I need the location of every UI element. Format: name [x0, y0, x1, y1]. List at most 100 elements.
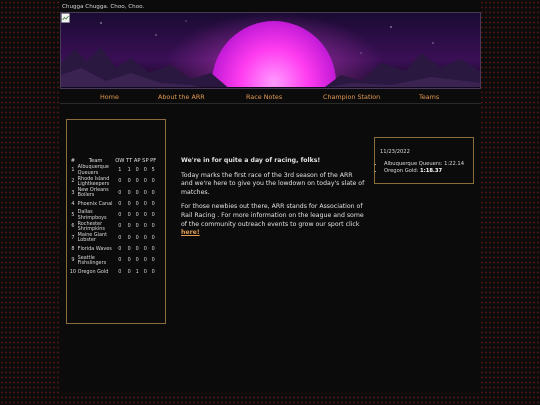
- rank-cell: 7: [71, 234, 75, 241]
- standings-row: 3 New Orleans Boilers 0 0 0 0 0: [69, 186, 157, 199]
- standings-panel: # Team OW TT AP SP PF 1 Albuquerque Queue…: [66, 119, 166, 324]
- tt-cell: 0: [127, 223, 131, 230]
- ap-cell: 0: [135, 178, 139, 185]
- nav-race-notes[interactable]: Race Notes: [246, 93, 282, 101]
- article-paragraph-2: For those newbies out there, ARR stands …: [181, 203, 366, 237]
- ow-cell: 0: [118, 234, 122, 241]
- sp-cell: 0: [143, 200, 147, 207]
- ow-cell: 0: [118, 246, 122, 253]
- team-cell: Florida Waves: [77, 246, 112, 253]
- ap-cell: 0: [135, 246, 139, 253]
- ow-cell: 0: [118, 223, 122, 230]
- pf-cell: 5: [151, 166, 155, 173]
- pf-cell: 0: [151, 178, 155, 185]
- tt-cell: 0: [127, 257, 131, 264]
- rank-cell: 10: [69, 268, 77, 275]
- col-pf: PF: [150, 157, 157, 164]
- standings-row: 1 Albuquerque Queuers 1 1 0 0 5: [69, 164, 157, 176]
- ap-cell: 0: [135, 234, 139, 241]
- ap-cell: 0: [135, 189, 139, 196]
- sp-cell: 0: [143, 166, 147, 173]
- sp-cell: 0: [143, 246, 147, 253]
- header-banner-image: [60, 12, 481, 89]
- result-time: 1:18.37: [420, 168, 443, 174]
- tt-cell: 0: [127, 178, 131, 185]
- sp-cell: 0: [143, 268, 147, 275]
- pf-cell: 0: [151, 246, 155, 253]
- team-cell: Oregon Gold: [77, 268, 109, 275]
- race-date: 11/23/2022: [380, 149, 410, 155]
- col-tt: TT: [126, 157, 133, 164]
- rank-cell: 8: [71, 246, 75, 253]
- standings-row: 10 Oregon Gold 0 0 1 0 0: [69, 267, 157, 278]
- ap-cell: 0: [135, 223, 139, 230]
- broken-image-icon: [61, 13, 70, 23]
- nav-about[interactable]: About the ARR: [158, 93, 205, 101]
- sp-cell: 0: [143, 257, 147, 264]
- col-sp: SP: [142, 157, 149, 164]
- ap-cell: 0: [135, 212, 139, 219]
- ow-cell: 1: [118, 166, 122, 173]
- ow-cell: 0: [118, 257, 122, 264]
- rank-cell: 5: [71, 212, 75, 219]
- tt-cell: 0: [127, 212, 131, 219]
- site-tagline: Chugga Chugga. Choo, Choo.: [62, 4, 145, 10]
- pf-cell: 0: [151, 223, 155, 230]
- ow-cell: 0: [118, 189, 122, 196]
- tt-cell: 0: [127, 234, 131, 241]
- nav-teams[interactable]: Teams: [419, 93, 439, 101]
- ap-cell: 0: [135, 257, 139, 264]
- result-item: Oregon Gold: 1:18.37: [384, 168, 464, 175]
- article-paragraph-2-text: For those newbies out there, ARR stands …: [181, 203, 364, 228]
- result-time: 1:22.14: [444, 161, 464, 167]
- standings-table: # Team OW TT AP SP PF 1 Albuquerque Queue…: [69, 156, 157, 278]
- team-cell: Albuquerque Queuers: [77, 164, 109, 176]
- rank-cell: 6: [71, 223, 75, 230]
- pf-cell: 0: [151, 234, 155, 241]
- main-article: We're in for quite a day of racing, folk…: [181, 157, 366, 244]
- ap-cell: 0: [135, 200, 139, 207]
- team-cell: Dallas Shrimpboys: [77, 209, 107, 221]
- sp-cell: 0: [143, 178, 147, 185]
- sp-cell: 0: [143, 234, 147, 241]
- race-results-list: Albuquerque Queuers: 1:22.14 Oregon Gold…: [378, 161, 464, 175]
- ow-cell: 0: [118, 212, 122, 219]
- pf-cell: 0: [151, 257, 155, 264]
- nav-champion-station[interactable]: Champion Station: [323, 93, 380, 101]
- pf-cell: 0: [151, 212, 155, 219]
- team-cell: Maine Giant Lobster: [77, 232, 108, 244]
- standings-row: 2 Rhode Island Lightkeepers 0 0 0 0 0: [69, 176, 157, 187]
- team-cell: Seattle Fishslingers: [77, 254, 107, 267]
- result-item: Albuquerque Queuers: 1:22.14: [384, 161, 464, 168]
- result-team: Albuquerque Queuers:: [384, 161, 443, 167]
- ow-cell: 0: [118, 268, 122, 275]
- team-cell: Rhode Island Lightkeepers: [77, 175, 110, 187]
- standings-row: 7 Maine Giant Lobster 0 0 0 0 0: [69, 232, 157, 244]
- sp-cell: 0: [143, 212, 147, 219]
- pf-cell: 0: [151, 189, 155, 196]
- main-navigation: Home About the ARR Race Notes Champion S…: [60, 91, 481, 104]
- article-paragraph-1: Today marks the first race of the 3rd se…: [181, 171, 365, 196]
- race-results-panel: 11/23/2022 Albuquerque Queuers: 1:22.14 …: [374, 137, 474, 184]
- sp-cell: 0: [143, 189, 147, 196]
- rank-cell: 2: [71, 178, 75, 185]
- rank-cell: 1: [71, 166, 75, 173]
- sp-cell: 0: [143, 223, 147, 230]
- col-ap: AP: [133, 157, 141, 164]
- nav-home[interactable]: Home: [100, 93, 119, 101]
- tt-cell: 1: [127, 166, 131, 173]
- rank-cell: 9: [71, 257, 75, 264]
- team-cell: New Orleans Boilers: [77, 186, 109, 199]
- tt-cell: 0: [127, 246, 131, 253]
- rank-cell: 4: [71, 200, 75, 207]
- tt-cell: 0: [127, 268, 131, 275]
- standings-row: 9 Seattle Fishslingers 0 0 0 0 0: [69, 255, 157, 266]
- pf-cell: 0: [151, 268, 155, 275]
- ap-cell: 1: [135, 268, 139, 275]
- standings-row: 5 Dallas Shrimpboys 0 0 0 0 0: [69, 210, 157, 221]
- tt-cell: 0: [127, 189, 131, 196]
- here-link[interactable]: here!: [181, 229, 200, 236]
- article-heading: We're in for quite a day of racing, folk…: [181, 157, 321, 164]
- synthwave-sunset-graphic: [61, 13, 480, 88]
- tt-cell: 0: [127, 200, 131, 207]
